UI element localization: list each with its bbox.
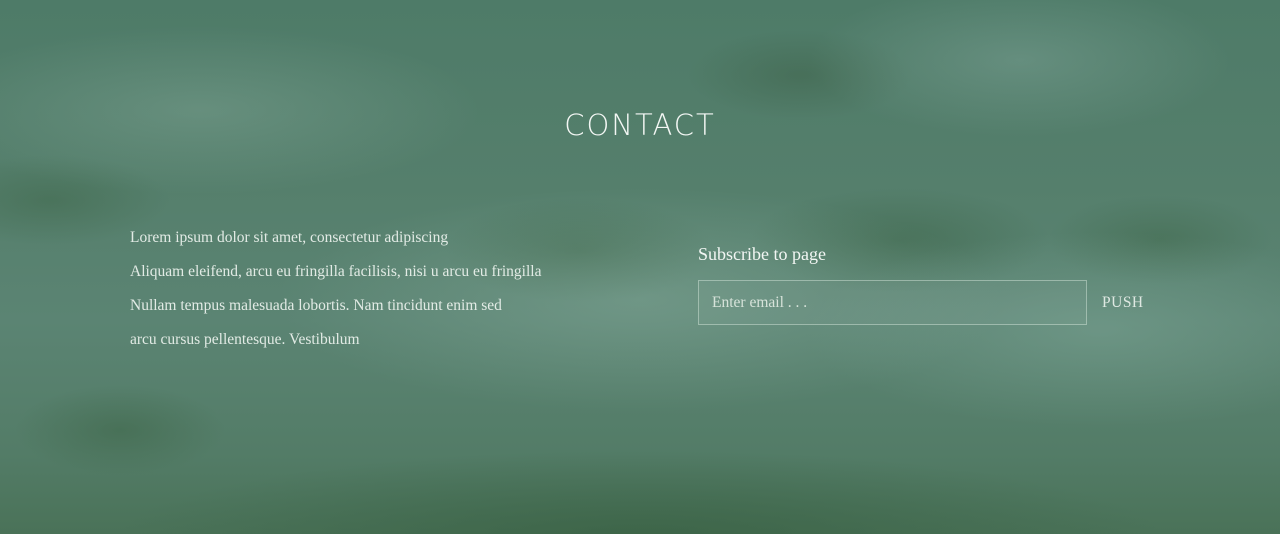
- subscribe-form-row: PUSH: [698, 280, 1158, 325]
- paragraph-line: Lorem ipsum dolor sit amet, consectetur …: [130, 229, 449, 246]
- paragraph-line: Nullam tempus malesuada lobortis. Nam ti…: [130, 297, 502, 314]
- paragraph-line: Aliquam eleifend, arcu eu fringilla faci…: [130, 263, 542, 280]
- subscribe-heading: Subscribe to page: [698, 244, 826, 264]
- push-button[interactable]: PUSH: [1102, 294, 1144, 312]
- contact-content: CONTACT Lorem ipsum dolor sit amet, cons…: [0, 0, 1280, 534]
- paragraph-line: arcu cursus pellentesque. Vestibulum: [130, 331, 360, 348]
- subscribe-form: Subscribe to page PUSH: [698, 240, 1158, 325]
- email-field[interactable]: [698, 280, 1087, 325]
- contact-paragraph: Lorem ipsum dolor sit amet, consectetur …: [130, 221, 590, 357]
- page-title: CONTACT: [564, 108, 716, 142]
- contact-section: CONTACT Lorem ipsum dolor sit amet, cons…: [0, 0, 1280, 534]
